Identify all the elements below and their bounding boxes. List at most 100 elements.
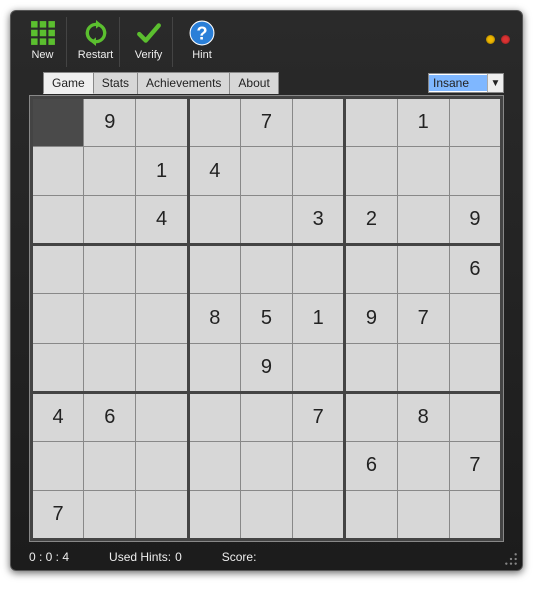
cell-5-3[interactable] bbox=[188, 343, 240, 392]
cell-5-0[interactable] bbox=[32, 343, 84, 392]
cell-3-4[interactable] bbox=[240, 245, 292, 294]
cell-8-1[interactable] bbox=[84, 490, 136, 539]
cell-7-1[interactable] bbox=[84, 441, 136, 490]
restart-button[interactable]: Restart bbox=[72, 17, 120, 67]
cell-5-5[interactable] bbox=[293, 343, 345, 392]
hint-label: Hint bbox=[192, 49, 212, 61]
verify-button[interactable]: Verify bbox=[125, 17, 173, 67]
cell-4-2[interactable] bbox=[136, 294, 188, 343]
cell-8-6[interactable] bbox=[345, 490, 397, 539]
cell-7-2[interactable] bbox=[136, 441, 188, 490]
cell-0-5[interactable] bbox=[293, 98, 345, 147]
cell-1-5[interactable] bbox=[293, 147, 345, 196]
cell-7-6[interactable]: 6 bbox=[345, 441, 397, 490]
tab-bar: Game Stats Achievements About Insane ▼ bbox=[29, 71, 504, 95]
cell-2-3[interactable] bbox=[188, 196, 240, 245]
cell-0-0[interactable] bbox=[32, 98, 84, 147]
cell-3-3[interactable] bbox=[188, 245, 240, 294]
cell-3-5[interactable] bbox=[293, 245, 345, 294]
cell-5-4[interactable]: 9 bbox=[240, 343, 292, 392]
tab-achievements[interactable]: Achievements bbox=[137, 72, 230, 94]
app-window: New Restart Verify bbox=[10, 10, 523, 571]
cell-5-1[interactable] bbox=[84, 343, 136, 392]
cell-2-5[interactable]: 3 bbox=[293, 196, 345, 245]
difficulty-value: Insane bbox=[429, 75, 487, 91]
cell-4-4[interactable]: 5 bbox=[240, 294, 292, 343]
cell-1-3[interactable]: 4 bbox=[188, 147, 240, 196]
cell-8-2[interactable] bbox=[136, 490, 188, 539]
cell-8-7[interactable] bbox=[397, 490, 449, 539]
cell-0-1[interactable]: 9 bbox=[84, 98, 136, 147]
cell-3-0[interactable] bbox=[32, 245, 84, 294]
cell-8-5[interactable] bbox=[293, 490, 345, 539]
cell-3-2[interactable] bbox=[136, 245, 188, 294]
cell-1-1[interactable] bbox=[84, 147, 136, 196]
cell-2-1[interactable] bbox=[84, 196, 136, 245]
cell-1-7[interactable] bbox=[397, 147, 449, 196]
new-label: New bbox=[31, 49, 53, 61]
cell-3-7[interactable] bbox=[397, 245, 449, 294]
cell-7-3[interactable] bbox=[188, 441, 240, 490]
cell-1-4[interactable] bbox=[240, 147, 292, 196]
tab-stats[interactable]: Stats bbox=[93, 72, 138, 94]
cell-0-4[interactable]: 7 bbox=[240, 98, 292, 147]
cell-5-8[interactable] bbox=[449, 343, 501, 392]
cell-7-4[interactable] bbox=[240, 441, 292, 490]
cell-2-7[interactable] bbox=[397, 196, 449, 245]
cell-0-7[interactable]: 1 bbox=[397, 98, 449, 147]
cell-1-2[interactable]: 1 bbox=[136, 147, 188, 196]
cell-8-0[interactable]: 7 bbox=[32, 490, 84, 539]
cell-6-8[interactable] bbox=[449, 392, 501, 441]
cell-4-1[interactable] bbox=[84, 294, 136, 343]
cell-6-3[interactable] bbox=[188, 392, 240, 441]
cell-1-6[interactable] bbox=[345, 147, 397, 196]
cell-7-7[interactable] bbox=[397, 441, 449, 490]
cell-4-7[interactable]: 7 bbox=[397, 294, 449, 343]
cell-5-2[interactable] bbox=[136, 343, 188, 392]
grid-icon bbox=[29, 19, 57, 47]
cell-2-0[interactable] bbox=[32, 196, 84, 245]
cell-2-2[interactable]: 4 bbox=[136, 196, 188, 245]
cell-7-0[interactable] bbox=[32, 441, 84, 490]
cell-1-8[interactable] bbox=[449, 147, 501, 196]
cell-3-1[interactable] bbox=[84, 245, 136, 294]
cell-0-3[interactable] bbox=[188, 98, 240, 147]
cell-1-0[interactable] bbox=[32, 147, 84, 196]
cell-0-8[interactable] bbox=[449, 98, 501, 147]
tab-about[interactable]: About bbox=[229, 72, 278, 94]
cell-6-2[interactable] bbox=[136, 392, 188, 441]
cell-5-7[interactable] bbox=[397, 343, 449, 392]
cell-2-6[interactable]: 2 bbox=[345, 196, 397, 245]
cell-4-0[interactable] bbox=[32, 294, 84, 343]
cell-2-4[interactable] bbox=[240, 196, 292, 245]
cell-6-4[interactable] bbox=[240, 392, 292, 441]
cell-7-8[interactable]: 7 bbox=[449, 441, 501, 490]
new-button[interactable]: New bbox=[19, 17, 67, 67]
hint-button[interactable]: ? Hint bbox=[178, 17, 226, 67]
cell-4-6[interactable]: 9 bbox=[345, 294, 397, 343]
cell-8-8[interactable] bbox=[449, 490, 501, 539]
cell-5-6[interactable] bbox=[345, 343, 397, 392]
cell-0-6[interactable] bbox=[345, 98, 397, 147]
cell-0-2[interactable] bbox=[136, 98, 188, 147]
cell-6-1[interactable]: 6 bbox=[84, 392, 136, 441]
cell-4-5[interactable]: 1 bbox=[293, 294, 345, 343]
cell-6-6[interactable] bbox=[345, 392, 397, 441]
cell-6-7[interactable]: 8 bbox=[397, 392, 449, 441]
cell-6-5[interactable]: 7 bbox=[293, 392, 345, 441]
toolbar: New Restart Verify bbox=[11, 11, 522, 71]
minimize-dot[interactable] bbox=[486, 35, 495, 44]
cell-6-0[interactable]: 4 bbox=[32, 392, 84, 441]
cell-4-8[interactable] bbox=[449, 294, 501, 343]
tab-game[interactable]: Game bbox=[43, 72, 94, 94]
cell-4-3[interactable]: 8 bbox=[188, 294, 240, 343]
resize-grip-icon[interactable] bbox=[504, 552, 518, 566]
cell-3-6[interactable] bbox=[345, 245, 397, 294]
difficulty-dropdown[interactable]: Insane ▼ bbox=[428, 73, 504, 93]
cell-7-5[interactable] bbox=[293, 441, 345, 490]
cell-2-8[interactable]: 9 bbox=[449, 196, 501, 245]
cell-3-8[interactable]: 6 bbox=[449, 245, 501, 294]
close-dot[interactable] bbox=[501, 35, 510, 44]
cell-8-4[interactable] bbox=[240, 490, 292, 539]
cell-8-3[interactable] bbox=[188, 490, 240, 539]
